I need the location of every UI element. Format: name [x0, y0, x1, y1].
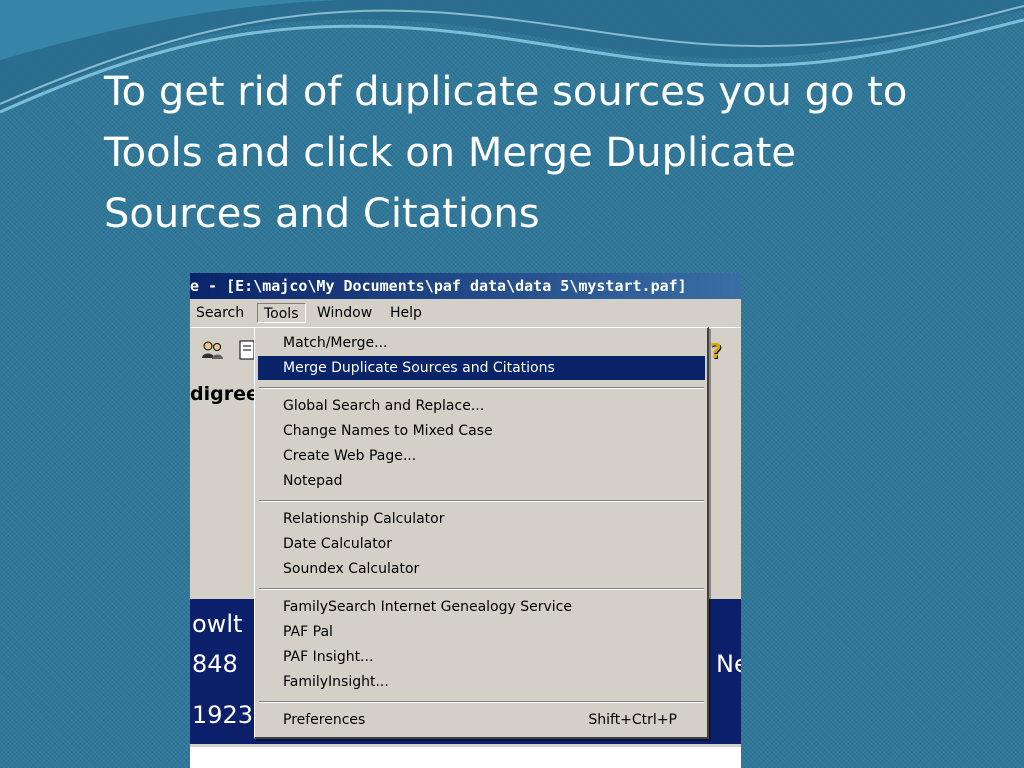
help-icon[interactable]: ?: [710, 340, 722, 362]
menu-separator: [259, 588, 704, 590]
menu-window[interactable]: Window: [311, 303, 378, 323]
panel-right-fragment: Ne: [716, 650, 741, 678]
users-icon[interactable]: [200, 338, 224, 362]
panel-number-fragment: 848: [192, 650, 238, 678]
slide-title-line-1: To get rid of duplicate sources you go t…: [104, 69, 908, 115]
panel-year-fragment: 1923: [192, 701, 254, 729]
menu-item-mixed-case[interactable]: Change Names to Mixed Case: [258, 419, 705, 443]
slide-title: To get rid of duplicate sources you go t…: [104, 62, 964, 245]
menu-search[interactable]: Search: [190, 303, 250, 323]
window-title: e - [E:\majco\My Documents\paf data\data…: [190, 277, 687, 295]
menu-separator: [259, 387, 704, 389]
menu-help[interactable]: Help: [384, 303, 428, 323]
tools-dropdown-menu: Match/Merge... Merge Duplicate Sources a…: [254, 327, 709, 739]
menu-item-merge-duplicate-sources[interactable]: Merge Duplicate Sources and Citations: [258, 356, 705, 380]
panel-name-fragment: owlt: [192, 610, 243, 638]
menu-item-relationship-calculator[interactable]: Relationship Calculator: [258, 507, 705, 531]
menu-separator: [259, 500, 704, 502]
menu-item-date-calculator[interactable]: Date Calculator: [258, 532, 705, 556]
menu-item-global-search-replace[interactable]: Global Search and Replace...: [258, 394, 705, 418]
menu-bar: Search Tools Window Help: [190, 299, 741, 327]
preferences-shortcut: Shift+Ctrl+P: [588, 712, 677, 728]
menu-item-match-merge[interactable]: Match/Merge...: [258, 331, 705, 355]
menu-item-soundex-calculator[interactable]: Soundex Calculator: [258, 557, 705, 581]
menu-item-preferences[interactable]: Preferences Shift+Ctrl+P: [258, 708, 705, 732]
app-screenshot: e - [E:\majco\My Documents\paf data\data…: [190, 273, 741, 768]
menu-separator: [259, 701, 704, 703]
window-titlebar[interactable]: e - [E:\majco\My Documents\paf data\data…: [190, 273, 741, 299]
status-strip: [190, 744, 741, 768]
menu-item-create-web-page[interactable]: Create Web Page...: [258, 444, 705, 468]
slide-title-line-2: Tools and click on Merge Duplicate: [104, 130, 796, 176]
menu-tools[interactable]: Tools: [257, 303, 306, 323]
menu-item-familyinsight[interactable]: FamilyInsight...: [258, 670, 705, 694]
menu-item-notepad[interactable]: Notepad: [258, 469, 705, 493]
menu-item-preferences-label: Preferences: [283, 712, 366, 728]
menu-item-familysearch[interactable]: FamilySearch Internet Genealogy Service: [258, 595, 705, 619]
slide-title-line-3: Sources and Citations: [104, 191, 540, 237]
menu-item-paf-insight[interactable]: PAF Insight...: [258, 645, 705, 669]
menu-item-paf-pal[interactable]: PAF Pal: [258, 620, 705, 644]
pedigree-view-label: digree: [190, 383, 259, 405]
